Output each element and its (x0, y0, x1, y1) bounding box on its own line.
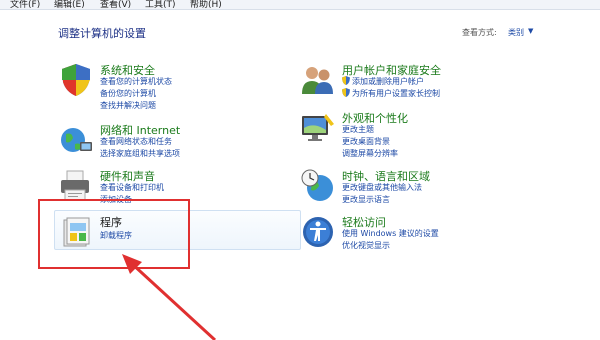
category-ease-of-access[interactable]: 轻松访问 使用 Windows 建议的设置 优化视觉显示 (300, 214, 500, 254)
link-add-remove-accounts[interactable]: 添加或删除用户帐户 (352, 76, 424, 87)
category-appearance[interactable]: 外观和个性化 更改主题 更改桌面背景 调整屏幕分辨率 (300, 110, 500, 160)
page-title: 调整计算机的设置 (58, 27, 146, 40)
users-icon (302, 67, 333, 94)
annotation-highlight-box (38, 199, 190, 269)
accessibility-icon (303, 217, 333, 247)
menu-tools[interactable]: 工具(T) (145, 0, 176, 9)
link-display-language[interactable]: 更改显示语言 (342, 194, 390, 205)
link-keyboard-input[interactable]: 更改键盘或其他输入法 (342, 182, 422, 193)
appearance-monitor-icon (302, 114, 334, 141)
menu-help[interactable]: 帮助(H) (190, 0, 222, 9)
link-desktop-background[interactable]: 更改桌面背景 (342, 136, 390, 147)
view-by-dropdown[interactable]: 类别 (508, 27, 524, 38)
link-parental-controls[interactable]: 为所有用户设置家长控制 (352, 88, 440, 99)
menu-view[interactable]: 查看(V) (100, 0, 131, 9)
clock-globe-icon (301, 169, 333, 201)
category-clock-region[interactable]: 时钟、语言和区域 更改键盘或其他输入法 更改显示语言 (300, 168, 500, 208)
link-network-status[interactable]: 查看网络状态和任务 (100, 136, 172, 147)
menu-edit[interactable]: 编辑(E) (54, 0, 85, 9)
category-network[interactable]: 网络和 Internet 查看网络状态和任务 选择家庭组和共享选项 (58, 122, 258, 162)
chevron-down-icon[interactable]: ▼ (528, 27, 533, 35)
link-view-status[interactable]: 查看您的计算机状态 (100, 76, 172, 87)
uac-shield-icon (342, 88, 350, 97)
shield-icon (62, 64, 90, 96)
link-windows-suggestions[interactable]: 使用 Windows 建议的设置 (342, 228, 439, 239)
uac-shield-icon (342, 76, 350, 85)
link-homegroup[interactable]: 选择家庭组和共享选项 (100, 148, 180, 159)
link-troubleshoot[interactable]: 查找并解决问题 (100, 100, 156, 111)
category-system-security[interactable]: 系统和安全 查看您的计算机状态 备份您的计算机 查找并解决问题 (58, 62, 258, 112)
link-devices-printers[interactable]: 查看设备和打印机 (100, 182, 164, 193)
link-change-theme[interactable]: 更改主题 (342, 124, 374, 135)
network-globe-icon (61, 128, 92, 152)
view-by-label: 查看方式: (462, 28, 497, 37)
menu-bar: 文件(F) 编辑(E) 查看(V) 工具(T) 帮助(H) (0, 0, 600, 10)
link-backup[interactable]: 备份您的计算机 (100, 88, 156, 99)
category-user-accounts[interactable]: 用户帐户和家庭安全 添加或删除用户帐户 为所有用户设置家长控制 (300, 62, 500, 102)
link-screen-resolution[interactable]: 调整屏幕分辨率 (342, 148, 398, 159)
link-optimize-visual[interactable]: 优化视觉显示 (342, 240, 390, 251)
menu-file[interactable]: 文件(F) (10, 0, 40, 9)
